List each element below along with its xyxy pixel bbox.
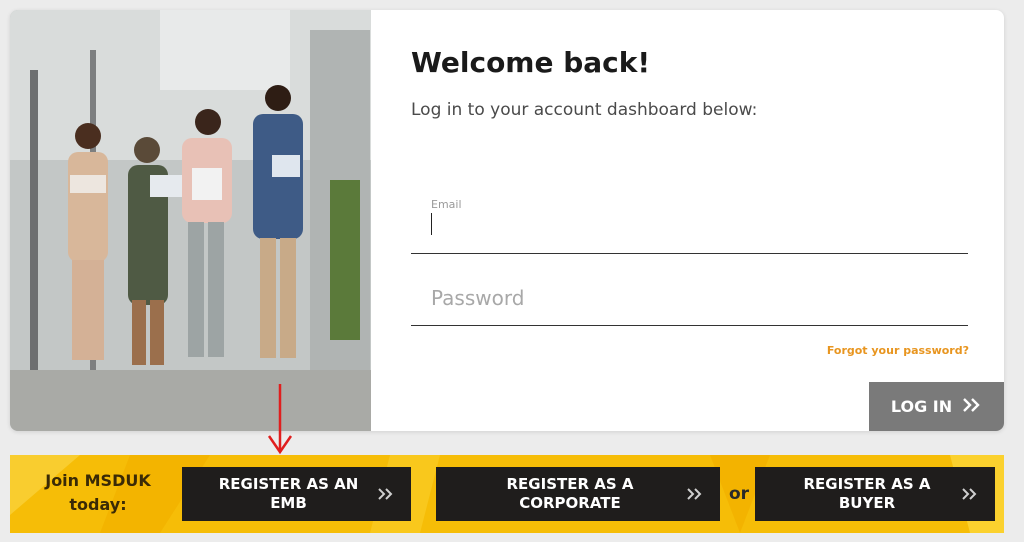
password-field[interactable] [411, 276, 968, 326]
login-button[interactable]: LOG IN [869, 382, 1004, 431]
page-title: Welcome back! [411, 46, 651, 79]
register-corporate-label: REGISTER AS A CORPORATE [450, 475, 690, 513]
login-form: Welcome back! Log in to your account das… [411, 10, 969, 431]
double-chevron-right-icon [962, 397, 982, 417]
or-text: or [729, 484, 750, 504]
register-buyer-label-line1: REGISTER AS A [803, 475, 931, 493]
register-buyer-label-line2: BUYER [838, 494, 896, 512]
register-corporate-button[interactable]: REGISTER AS A CORPORATE [436, 467, 720, 521]
register-corporate-label-line2: CORPORATE [519, 494, 621, 512]
register-emb-label-line2: EMB [270, 494, 307, 512]
join-line-1: Join MSDUK [45, 471, 151, 490]
join-line-2: today: [69, 495, 127, 514]
red-arrow-down-icon [267, 384, 293, 455]
join-text: Join MSDUK today: [43, 469, 153, 517]
register-emb-button[interactable]: REGISTER AS AN EMB [182, 467, 411, 521]
join-banner: Join MSDUK today: REGISTER AS AN EMB REG… [10, 455, 1004, 533]
double-chevron-right-icon [961, 487, 977, 506]
login-button-label: LOG IN [890, 397, 953, 416]
register-buyer-label: REGISTER AS A BUYER [769, 475, 965, 513]
password-input[interactable] [431, 276, 951, 320]
register-corporate-label-line1: REGISTER AS A [506, 475, 634, 493]
register-buyer-button[interactable]: REGISTER AS A BUYER [755, 467, 995, 521]
forgot-password-link[interactable]: Forgot your password? [827, 344, 969, 357]
email-field[interactable]: Email [411, 195, 968, 254]
double-chevron-right-icon [377, 487, 393, 506]
page-subtitle: Log in to your account dashboard below: [411, 100, 758, 120]
register-emb-label-line1: REGISTER AS AN [218, 475, 359, 493]
email-input[interactable] [431, 209, 951, 239]
double-chevron-right-icon [686, 487, 702, 506]
login-card: Welcome back! Log in to your account das… [10, 10, 1004, 431]
office-people-photo [10, 10, 371, 431]
register-emb-label: REGISTER AS AN EMB [196, 475, 381, 513]
